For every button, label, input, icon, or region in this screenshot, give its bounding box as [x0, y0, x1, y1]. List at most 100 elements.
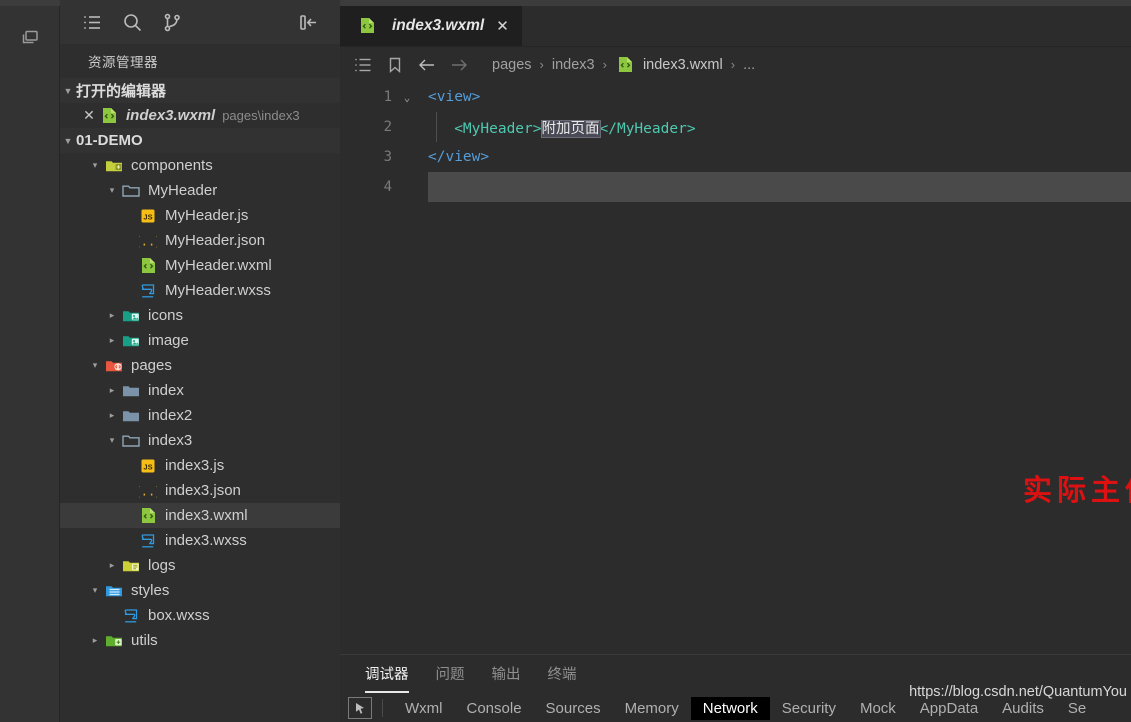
- editor-tab-index3-wxml[interactable]: index3.wxml ✕: [340, 5, 522, 46]
- tree-file-index3-wxss[interactable]: index3.wxss: [60, 528, 340, 553]
- code-line-4[interactable]: 4: [340, 172, 1131, 202]
- tree-item-label: box.wxss: [148, 607, 210, 624]
- chevron-right-icon[interactable]: ▸: [104, 335, 120, 346]
- editor-tab-label: index3.wxml: [392, 16, 485, 34]
- breadcrumb-item-pages[interactable]: pages: [492, 57, 532, 73]
- tree-folder-image[interactable]: ▸ image: [60, 328, 340, 353]
- panel-tab-1[interactable]: 问题: [436, 663, 465, 691]
- breadcrumb-item-index3[interactable]: index3: [552, 57, 595, 73]
- folder-plain-icon: [120, 408, 142, 424]
- chevron-right-icon[interactable]: ▸: [104, 560, 120, 571]
- tree-file-index3-json[interactable]: {..} index3.json: [60, 478, 340, 503]
- close-icon[interactable]: ✕: [80, 107, 98, 124]
- chevron-down-icon[interactable]: ▾: [87, 585, 103, 596]
- close-icon[interactable]: ✕: [496, 17, 509, 35]
- bookmark-icon[interactable]: [380, 50, 410, 80]
- section-project-root[interactable]: ▼ 01-DEMO: [60, 128, 340, 153]
- tree-folder-components[interactable]: ▾ components: [60, 153, 340, 178]
- tree-item-label: logs: [148, 557, 176, 574]
- tree-folder-styles[interactable]: ▾ styles: [60, 578, 340, 603]
- code-token: <view>: [428, 89, 481, 105]
- tree-folder-index2[interactable]: ▸ index2: [60, 403, 340, 428]
- outline-list-icon[interactable]: [348, 50, 378, 80]
- svg-text:{..}: {..}: [139, 484, 157, 498]
- panel-tab-3[interactable]: 终端: [548, 663, 577, 691]
- tree-folder-myheader[interactable]: ▾ MyHeader: [60, 178, 340, 203]
- tree-file-myheader-json[interactable]: {..} MyHeader.json: [60, 228, 340, 253]
- sidebar-toolbar: [60, 0, 340, 44]
- code-editor[interactable]: 1 ⌄ <view> 2 <MyHeader>附加页面</MyHeader> 3 </vi…: [340, 82, 1131, 654]
- tree-file-myheader-wxml[interactable]: MyHeader.wxml: [60, 253, 340, 278]
- breadcrumb-item-more[interactable]: ...: [743, 57, 755, 73]
- inspect-cursor-icon[interactable]: [348, 697, 372, 719]
- devtools-tab-wxml[interactable]: Wxml: [393, 697, 455, 720]
- tree-file-myheader-js[interactable]: JS MyHeader.js: [60, 203, 340, 228]
- code-line-3[interactable]: 3 </view>: [340, 142, 1131, 172]
- devtools-tab-sources[interactable]: Sources: [534, 697, 613, 720]
- folder-pages-icon: [103, 358, 125, 374]
- section-open-editors[interactable]: ▼ 打开的编辑器: [60, 78, 340, 103]
- windows-restore-icon[interactable]: [8, 18, 52, 58]
- chevron-right-icon[interactable]: ▸: [87, 635, 103, 646]
- list-icon[interactable]: [72, 4, 112, 40]
- vscode-window: 资源管理器 ▼ 打开的编辑器 ✕ index3.wxml pages\index…: [0, 0, 1131, 722]
- chevron-right-icon[interactable]: ▸: [104, 410, 120, 421]
- chevron-right-icon[interactable]: ▸: [104, 385, 120, 396]
- arrow-forward-icon[interactable]: [444, 50, 474, 80]
- folder-open-icon: [120, 183, 142, 199]
- code-text: <MyHeader>附加页面</MyHeader>: [418, 117, 696, 138]
- divider: [382, 699, 383, 717]
- arrow-back-icon[interactable]: [412, 50, 442, 80]
- tree-item-label: MyHeader.wxss: [165, 282, 271, 299]
- tree-folder-logs[interactable]: ▸ logs: [60, 553, 340, 578]
- tree-folder-index3[interactable]: ▾ index3: [60, 428, 340, 453]
- tree-item-label: index2: [148, 407, 193, 424]
- devtools-tab-memory[interactable]: Memory: [613, 697, 691, 720]
- folder-styles-icon: [103, 583, 125, 599]
- folder-images-icon: [120, 308, 142, 324]
- tree-item-label: icons: [148, 307, 184, 324]
- tree-folder-icons[interactable]: ▸ icons: [60, 303, 340, 328]
- devtools-tab-console[interactable]: Console: [455, 697, 534, 720]
- annotation-text: 实际主体显示页面: [1023, 473, 1131, 507]
- code-token: </MyHeader>: [599, 120, 696, 137]
- tree-item-label: MyHeader.json: [165, 232, 266, 249]
- source-control-icon[interactable]: [152, 4, 192, 40]
- collapse-sidebar-icon[interactable]: [288, 4, 328, 40]
- devtools-tab-security[interactable]: Security: [770, 697, 848, 720]
- fold-chevron-icon[interactable]: ⌄: [396, 91, 418, 104]
- wxml-file-icon: [137, 257, 159, 274]
- folder-plain-icon: [120, 383, 142, 399]
- chevron-down-icon[interactable]: ▾: [87, 360, 103, 371]
- breadcrumb-item-file[interactable]: index3.wxml: [615, 56, 723, 73]
- panel-tab-2[interactable]: 输出: [492, 663, 521, 691]
- tree-folder-pages[interactable]: ▾ pages: [60, 353, 340, 378]
- chevron-right-icon[interactable]: ▸: [104, 310, 120, 321]
- panel-tab-0[interactable]: 调试器: [365, 663, 409, 693]
- chevron-down-icon[interactable]: ▾: [104, 185, 120, 196]
- tree-file-myheader-wxss[interactable]: MyHeader.wxss: [60, 278, 340, 303]
- tree-file-box-wxss[interactable]: box.wxss: [60, 603, 340, 628]
- tree-file-index3-js[interactable]: JS index3.js: [60, 453, 340, 478]
- tree-item-label: pages: [131, 357, 172, 374]
- devtools-tab-network[interactable]: Network: [690, 696, 770, 720]
- chevron-down-icon[interactable]: ▾: [87, 160, 103, 171]
- code-line-1[interactable]: 1 ⌄ <view>: [340, 82, 1131, 112]
- code-line-2[interactable]: 2 <MyHeader>附加页面</MyHeader>: [340, 112, 1131, 142]
- tree-item-label: image: [148, 332, 189, 349]
- tree-file-index3-wxml[interactable]: index3.wxml: [60, 503, 340, 528]
- wxss-file-icon: [137, 283, 159, 299]
- js-file-icon: JS: [137, 208, 159, 224]
- project-root-label: 01-DEMO: [76, 132, 143, 149]
- wxss-file-icon: [120, 608, 142, 624]
- chevron-down-icon[interactable]: ▾: [104, 435, 120, 446]
- bottom-panel: 调试器 问题 输出 终端 Wxml Console Sources Memory Networ…: [340, 654, 1131, 722]
- devtools-tab-mock[interactable]: Mock: [848, 697, 908, 720]
- tree-item-label: index3.wxss: [165, 532, 247, 549]
- tree-folder-index[interactable]: ▸ index: [60, 378, 340, 403]
- search-icon[interactable]: [112, 4, 152, 40]
- tree-folder-utils[interactable]: ▸ utils: [60, 628, 340, 653]
- tree-rows: ▾ components ▾ MyHeader JS MyHeader.js {..} MyH…: [60, 153, 340, 653]
- open-editor-item[interactable]: ✕ index3.wxml pages\index3: [60, 103, 340, 128]
